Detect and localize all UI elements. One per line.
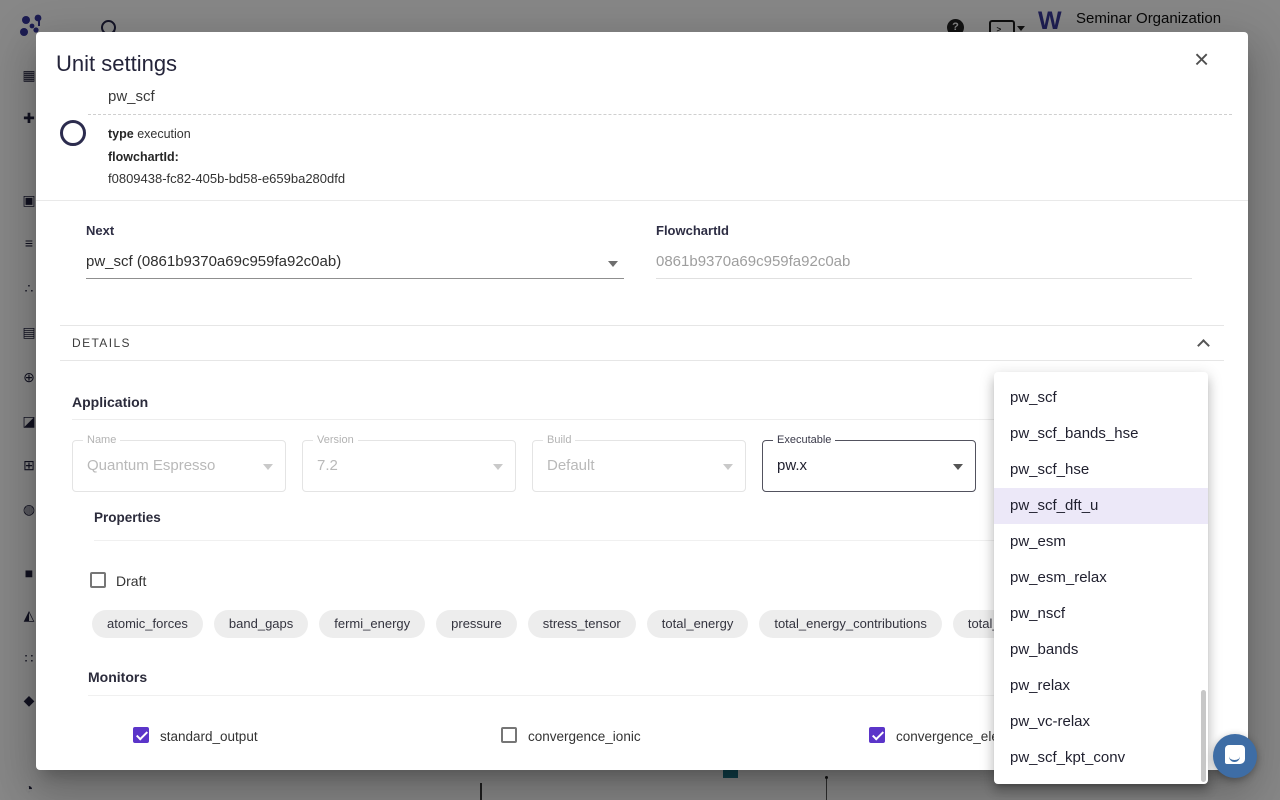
chevron-up-icon bbox=[1197, 339, 1210, 352]
monitor-checkbox-convergence-electronic[interactable] bbox=[869, 727, 885, 743]
property-chips-row: atomic_forces band_gaps fermi_energy pre… bbox=[92, 609, 1118, 638]
dropdown-item[interactable]: pw_scf_hse bbox=[994, 452, 1208, 488]
flowchartid-field-value: 0861b9370a69c959fa92c0ab bbox=[656, 253, 850, 270]
application-name-select: Name Quantum Espresso bbox=[72, 440, 286, 492]
property-chip: total_energy bbox=[647, 610, 749, 638]
application-heading: Application bbox=[72, 394, 148, 410]
executable-field-value: pw.x bbox=[777, 441, 807, 491]
name-field-value: Quantum Espresso bbox=[87, 441, 215, 491]
dropdown-scrollbar[interactable] bbox=[1201, 690, 1206, 782]
draft-checkbox[interactable] bbox=[90, 572, 106, 588]
dropdown-item[interactable]: pw_nscf bbox=[994, 596, 1208, 632]
dropdown-item[interactable]: pw_scf_bands_hse bbox=[994, 416, 1208, 452]
dropdown-item[interactable]: pw_bands bbox=[994, 632, 1208, 668]
monitor-checkbox-standard-output[interactable] bbox=[133, 727, 149, 743]
monitors-heading: Monitors bbox=[88, 669, 147, 685]
section-divider bbox=[36, 200, 1248, 201]
dropdown-item[interactable]: pw_scf_kpt_conv bbox=[994, 740, 1208, 776]
property-chip: pressure bbox=[436, 610, 517, 638]
dropdown-item[interactable]: pw_esm_relax bbox=[994, 560, 1208, 596]
dashed-separator bbox=[88, 114, 1232, 115]
next-caret-icon bbox=[608, 261, 618, 267]
flowchartid-value: f0809438-fc82-405b-bd58-e659ba280dfd bbox=[108, 171, 345, 186]
version-select: Version 7.2 bbox=[302, 440, 516, 492]
type-value: execution bbox=[137, 127, 191, 141]
monitor-checkbox-convergence-ionic[interactable] bbox=[501, 727, 517, 743]
unit-name: pw_scf bbox=[108, 88, 155, 105]
next-underline bbox=[86, 278, 624, 279]
version-field-value: 7.2 bbox=[317, 441, 338, 491]
chat-button[interactable] bbox=[1213, 734, 1257, 778]
property-chip: atomic_forces bbox=[92, 610, 203, 638]
dropdown-item[interactable]: pw_scf bbox=[994, 380, 1208, 416]
dropdown-caret-icon bbox=[493, 464, 503, 470]
next-select-value: pw_scf (0861b9370a69c959fa92c0ab) bbox=[86, 253, 341, 270]
build-field-value: Default bbox=[547, 441, 595, 491]
executable-dropdown-menu: pw_scf pw_scf_bands_hse pw_scf_hse pw_sc… bbox=[994, 372, 1208, 784]
next-label: Next bbox=[86, 223, 114, 238]
dropdown-item[interactable]: pw_relax bbox=[994, 668, 1208, 704]
flowchartid-field-label: FlowchartId bbox=[656, 223, 729, 238]
dropdown-item-highlighted[interactable]: pw_scf_dft_u bbox=[994, 488, 1208, 524]
dropdown-caret-icon bbox=[723, 464, 733, 470]
properties-heading: Properties bbox=[94, 510, 161, 525]
monitor-label: convergence_ionic bbox=[528, 729, 641, 744]
unit-node-icon bbox=[60, 120, 86, 146]
build-select: Build Default bbox=[532, 440, 746, 492]
close-icon[interactable]: × bbox=[1194, 46, 1209, 72]
property-chip: band_gaps bbox=[214, 610, 308, 638]
dropdown-caret-icon bbox=[953, 464, 963, 470]
type-label: type bbox=[108, 127, 134, 141]
chat-bubble-icon bbox=[1225, 745, 1245, 764]
monitor-label: standard_output bbox=[160, 729, 258, 744]
dropdown-caret-icon bbox=[263, 464, 273, 470]
property-chip: fermi_energy bbox=[319, 610, 425, 638]
dropdown-item[interactable]: pw_vc-relax bbox=[994, 704, 1208, 740]
flowchartid-underline bbox=[656, 278, 1192, 279]
flowchartid-label: flowchartId: bbox=[108, 150, 179, 164]
property-chip: stress_tensor bbox=[528, 610, 636, 638]
page-title: Unit settings bbox=[56, 51, 177, 77]
executable-select[interactable]: Executable pw.x bbox=[762, 440, 976, 492]
details-label: DETAILS bbox=[72, 336, 131, 350]
draft-label: Draft bbox=[116, 573, 146, 589]
details-accordion-header[interactable]: DETAILS bbox=[60, 325, 1224, 361]
property-chip: total_energy_contributions bbox=[759, 610, 942, 638]
dropdown-item[interactable]: pw_esm bbox=[994, 524, 1208, 560]
